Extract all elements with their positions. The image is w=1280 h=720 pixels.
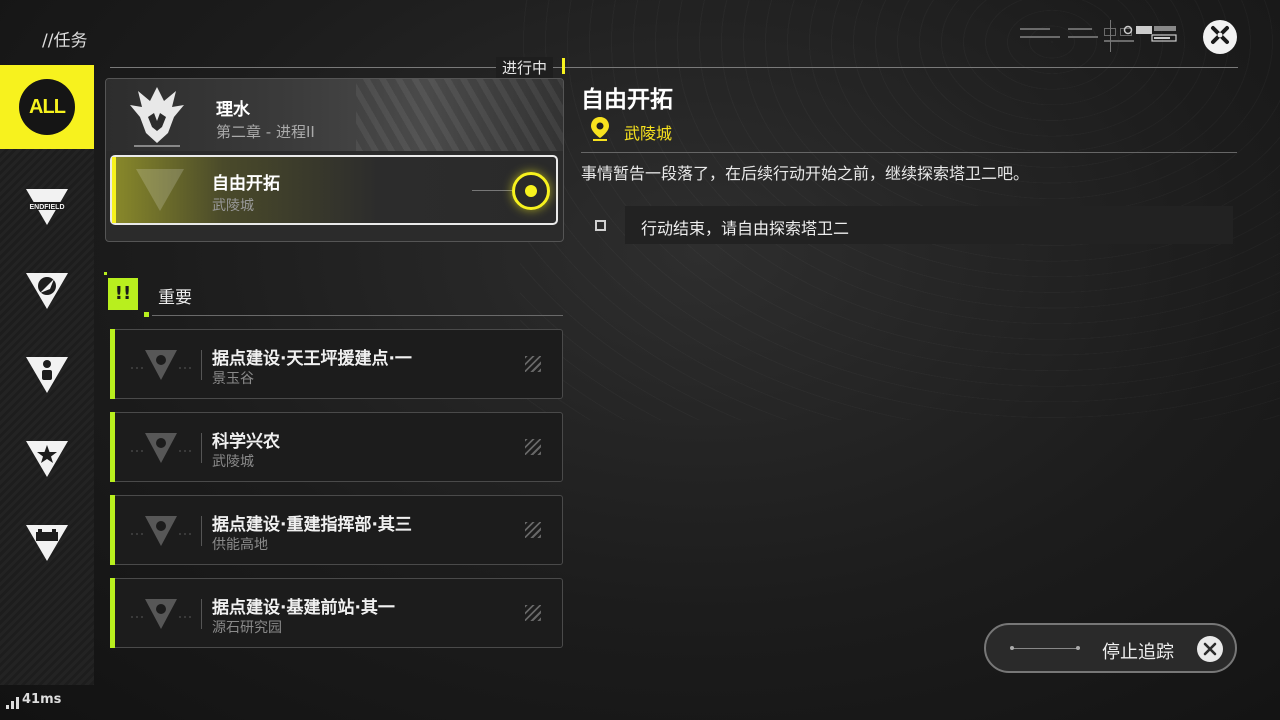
- person-icon: [24, 355, 70, 399]
- selected-quest-location: 武陵城: [212, 198, 254, 214]
- quest-card[interactable]: 据点建设·基建前站·其一 源石研究园: [110, 578, 563, 648]
- quest-type-icon: [132, 167, 188, 213]
- quest-detail-location: 武陵城: [624, 124, 673, 143]
- quest-name: 据点建设·天王坪援建点·一: [212, 349, 412, 369]
- quest-accent: [110, 329, 115, 399]
- important-section-header: !! 重要: [104, 272, 564, 318]
- objective-panel: 行动结束，请自由探索塔卫二: [625, 206, 1233, 244]
- objective-row: 行动结束，请自由探索塔卫二: [581, 206, 1233, 244]
- stop-tracking-label: 停止追踪: [1102, 642, 1174, 663]
- quest-accent: [110, 495, 115, 565]
- hatch-mark: [525, 605, 541, 621]
- quest-accent: [110, 578, 115, 648]
- quest-location: 供能高地: [212, 537, 268, 553]
- quest-card[interactable]: 据点建设·天王坪援建点·一 景玉谷: [110, 329, 563, 399]
- quest-separator: [201, 350, 202, 380]
- quest-type-icon: [129, 346, 193, 384]
- battery-icon: [24, 523, 70, 567]
- compass-icon: [24, 271, 70, 315]
- sidebar-item-character[interactable]: [0, 335, 94, 419]
- header-divider: [110, 67, 1238, 68]
- hud-indicator: [1122, 24, 1178, 48]
- section-divider: [152, 315, 563, 316]
- quest-screen: //任务 ALL ENDFIELD 进行中 理水 第二章 - 进程II 自由开拓…: [0, 0, 1280, 720]
- tracking-target-icon[interactable]: [512, 172, 550, 210]
- hud-separator: [1110, 20, 1111, 52]
- important-icon: !!: [108, 278, 138, 310]
- quest-description: 事情暂告一段落了，在后续行动开始之前，继续探索塔卫二吧。: [581, 164, 1030, 183]
- quest-card[interactable]: 据点建设·重建指挥部·其三 供能高地: [110, 495, 563, 565]
- sidebar-item-facility[interactable]: [0, 503, 94, 587]
- chapter-name: 理水: [216, 100, 250, 120]
- sidebar-item-featured[interactable]: [0, 419, 94, 503]
- selected-quest-card[interactable]: 自由开拓 武陵城: [110, 155, 558, 225]
- quest-card[interactable]: 科学兴农 武陵城: [110, 412, 563, 482]
- signal-icon: [6, 694, 20, 709]
- track-line: [472, 190, 512, 191]
- chapter-subtitle: 第二章 - 进程II: [216, 123, 315, 141]
- objective-checkbox-icon: [595, 220, 606, 231]
- in-progress-marker: [562, 58, 565, 74]
- detail-divider: [581, 152, 1237, 153]
- corner-dot: [104, 272, 107, 275]
- quest-location: 武陵城: [212, 454, 254, 470]
- selected-quest-name: 自由开拓: [212, 174, 280, 194]
- quest-type-icon: [129, 429, 193, 467]
- endfield-wordmark: ENDFIELD: [30, 204, 65, 211]
- quest-name: 据点建设·重建指挥部·其三: [212, 515, 412, 535]
- hatch-mark: [525, 439, 541, 455]
- quest-accent: [110, 412, 115, 482]
- sidebar-item-endfield[interactable]: ENDFIELD: [0, 167, 94, 251]
- tracking-dot: [525, 185, 537, 197]
- hatch-mark: [525, 522, 541, 538]
- all-icon: ALL: [19, 79, 75, 135]
- sidebar-item-exploration[interactable]: [0, 251, 94, 335]
- quest-separator: [201, 599, 202, 629]
- selected-quest-accent: [112, 157, 116, 223]
- quest-separator: [201, 433, 202, 463]
- in-progress-label: 进行中: [496, 57, 554, 78]
- location-pin-icon: [590, 116, 610, 142]
- corner-dot: [144, 312, 149, 317]
- category-sidebar: ALL ENDFIELD: [0, 65, 94, 685]
- chapter-emblem-icon: [124, 83, 190, 149]
- quest-type-icon: [129, 512, 193, 550]
- sidebar-item-all[interactable]: ALL: [0, 65, 94, 149]
- quest-separator: [201, 516, 202, 546]
- close-icon: [1197, 636, 1223, 662]
- button-decoration: [1010, 646, 1080, 650]
- quest-name: 据点建设·基建前站·其一: [212, 598, 395, 618]
- endfield-icon: ENDFIELD: [24, 187, 70, 231]
- chapter-banner[interactable]: 理水 第二章 - 进程II: [106, 79, 563, 151]
- quest-type-icon: [129, 595, 193, 633]
- in-progress-group: 理水 第二章 - 进程II 自由开拓 武陵城: [105, 78, 564, 242]
- quest-name: 科学兴农: [212, 432, 280, 452]
- close-icon: [1209, 24, 1231, 50]
- ping-readout: 41ms: [22, 692, 62, 707]
- quest-location: 源石研究园: [212, 620, 282, 636]
- important-label: 重要: [158, 288, 192, 308]
- quest-location: 景玉谷: [212, 371, 254, 387]
- hatch-mark: [525, 356, 541, 372]
- close-button[interactable]: [1203, 20, 1237, 54]
- objective-text: 行动结束，请自由探索塔卫二: [641, 219, 850, 238]
- star-icon: [24, 439, 70, 483]
- page-title: //任务: [42, 31, 88, 51]
- quest-detail-title: 自由开拓: [581, 87, 673, 113]
- stop-tracking-button[interactable]: 停止追踪: [984, 623, 1237, 673]
